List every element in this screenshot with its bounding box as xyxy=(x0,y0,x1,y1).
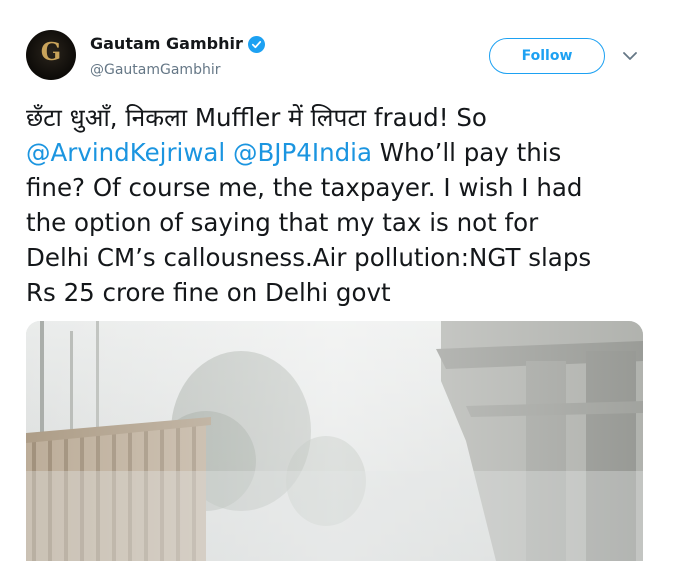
chevron-down-icon[interactable] xyxy=(622,50,638,62)
tweet-text-fragment: Who’ll pay this xyxy=(372,138,562,167)
follow-button[interactable]: Follow xyxy=(489,38,605,74)
tweet-text-line: the option of saying that my tax is not … xyxy=(26,208,539,237)
tweet-text-line: Rs 25 crore fine on Delhi govt xyxy=(26,278,391,307)
tweet-text: छँटा धुआँ, निकला Muffler में लिपटा fraud… xyxy=(26,100,656,310)
mention-link[interactable]: @BJP4India xyxy=(233,138,372,167)
tweet-text-line: छँटा धुआँ, निकला Muffler में लिपटा fraud… xyxy=(26,103,487,132)
verified-badge-icon xyxy=(247,35,265,53)
tweet-text-line: Delhi CM’s callousness.Air pollution:NGT… xyxy=(26,243,592,272)
tweet-media-photo[interactable] xyxy=(26,321,643,561)
author-display-name[interactable]: Gautam Gambhir xyxy=(90,34,243,54)
author-name-row: Gautam Gambhir xyxy=(90,34,265,54)
avatar[interactable]: G xyxy=(26,30,76,80)
avatar-logo-mark: G xyxy=(40,37,62,66)
tweet-text-line: @ArvindKejriwal @BJP4India Who’ll pay th… xyxy=(26,135,656,170)
tweet-text-line: fine? Of course me, the taxpayer. I wish… xyxy=(26,173,583,202)
mention-link[interactable]: @ArvindKejriwal xyxy=(26,138,225,167)
tweet-card: G Gautam Gambhir @GautamGambhir Follow छ… xyxy=(0,0,677,561)
author-handle[interactable]: @GautamGambhir xyxy=(90,61,220,79)
